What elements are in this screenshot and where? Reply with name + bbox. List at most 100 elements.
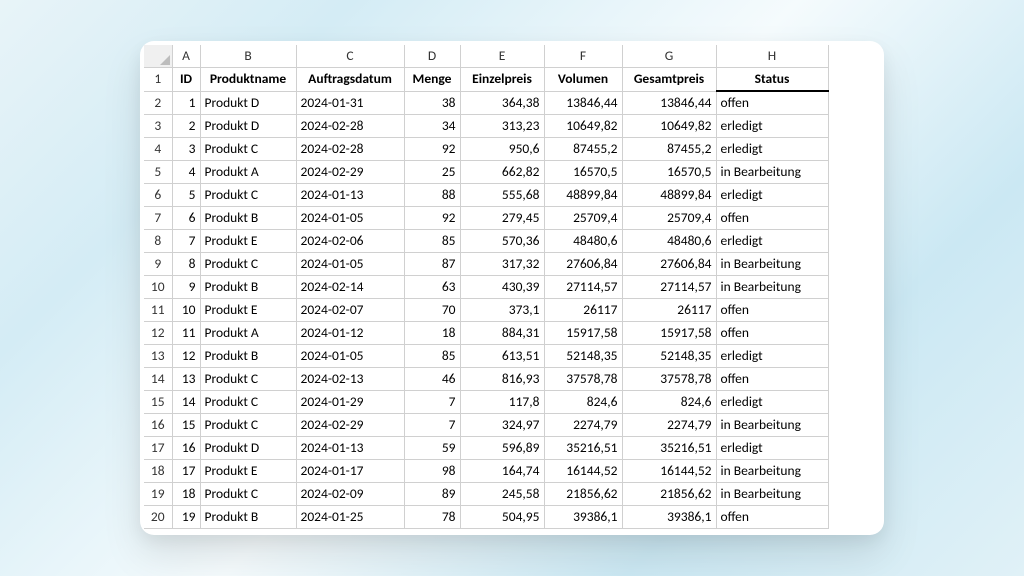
- cell[interactable]: 25: [404, 161, 460, 184]
- cell[interactable]: 39386,1: [544, 506, 622, 529]
- cell[interactable]: 2024-01-25: [296, 506, 404, 529]
- cell[interactable]: 9: [172, 276, 200, 299]
- header-cell[interactable]: Volumen: [544, 68, 622, 92]
- cell[interactable]: 92: [404, 138, 460, 161]
- cell[interactable]: 35216,51: [544, 437, 622, 460]
- cell[interactable]: 52148,35: [544, 345, 622, 368]
- cell[interactable]: 7: [172, 230, 200, 253]
- col-header-C[interactable]: C: [296, 45, 404, 68]
- cell[interactable]: 2024-01-13: [296, 437, 404, 460]
- cell[interactable]: 10649,82: [622, 115, 716, 138]
- cell[interactable]: Produkt E: [200, 230, 296, 253]
- row-header[interactable]: 12: [144, 322, 172, 345]
- cell[interactable]: 27114,57: [622, 276, 716, 299]
- col-header-G[interactable]: G: [622, 45, 716, 68]
- row-header[interactable]: 15: [144, 391, 172, 414]
- header-cell[interactable]: Menge: [404, 68, 460, 92]
- cell[interactable]: erledigt: [716, 138, 828, 161]
- cell[interactable]: 10: [172, 299, 200, 322]
- cell[interactable]: 15: [172, 414, 200, 437]
- row-header[interactable]: 8: [144, 230, 172, 253]
- row-header[interactable]: 9: [144, 253, 172, 276]
- cell[interactable]: 884,31: [460, 322, 544, 345]
- cell[interactable]: 48899,84: [622, 184, 716, 207]
- row-header[interactable]: 6: [144, 184, 172, 207]
- cell[interactable]: 2024-01-05: [296, 253, 404, 276]
- cell[interactable]: 16144,52: [544, 460, 622, 483]
- cell[interactable]: 364,38: [460, 91, 544, 115]
- cell[interactable]: 19: [172, 506, 200, 529]
- cell[interactable]: Produkt A: [200, 161, 296, 184]
- cell[interactable]: 17: [172, 460, 200, 483]
- cell[interactable]: Produkt C: [200, 414, 296, 437]
- cell[interactable]: 4: [172, 161, 200, 184]
- col-header-F[interactable]: F: [544, 45, 622, 68]
- cell[interactable]: 662,82: [460, 161, 544, 184]
- cell[interactable]: in Bearbeitung: [716, 161, 828, 184]
- cell[interactable]: 27606,84: [622, 253, 716, 276]
- row-header[interactable]: 17: [144, 437, 172, 460]
- cell[interactable]: 3: [172, 138, 200, 161]
- cell[interactable]: 88: [404, 184, 460, 207]
- cell[interactable]: 279,45: [460, 207, 544, 230]
- cell[interactable]: offen: [716, 322, 828, 345]
- cell[interactable]: 13846,44: [622, 91, 716, 115]
- row-header[interactable]: 19: [144, 483, 172, 506]
- cell[interactable]: Produkt E: [200, 460, 296, 483]
- cell[interactable]: 70: [404, 299, 460, 322]
- cell[interactable]: 92: [404, 207, 460, 230]
- cell[interactable]: 21856,62: [544, 483, 622, 506]
- cell[interactable]: 570,36: [460, 230, 544, 253]
- cell[interactable]: 18: [172, 483, 200, 506]
- cell[interactable]: 85: [404, 345, 460, 368]
- cell[interactable]: 2: [172, 115, 200, 138]
- cell[interactable]: in Bearbeitung: [716, 414, 828, 437]
- cell[interactable]: 430,39: [460, 276, 544, 299]
- cell[interactable]: Produkt B: [200, 207, 296, 230]
- cell[interactable]: 25709,4: [622, 207, 716, 230]
- cell[interactable]: 2024-01-31: [296, 91, 404, 115]
- cell[interactable]: in Bearbeitung: [716, 483, 828, 506]
- cell[interactable]: 34: [404, 115, 460, 138]
- cell[interactable]: 2024-01-13: [296, 184, 404, 207]
- header-cell[interactable]: Status: [716, 68, 828, 92]
- cell[interactable]: 37578,78: [544, 368, 622, 391]
- cell[interactable]: Produkt C: [200, 184, 296, 207]
- cell[interactable]: Produkt D: [200, 115, 296, 138]
- cell[interactable]: 2024-01-17: [296, 460, 404, 483]
- row-header[interactable]: 2: [144, 91, 172, 115]
- cell[interactable]: 13846,44: [544, 91, 622, 115]
- cell[interactable]: 7: [404, 391, 460, 414]
- cell[interactable]: 6: [172, 207, 200, 230]
- cell[interactable]: 21856,62: [622, 483, 716, 506]
- cell[interactable]: Produkt E: [200, 299, 296, 322]
- cell[interactable]: 317,32: [460, 253, 544, 276]
- cell[interactable]: 117,8: [460, 391, 544, 414]
- row-header[interactable]: 10: [144, 276, 172, 299]
- cell[interactable]: 2024-02-28: [296, 115, 404, 138]
- row-header[interactable]: 4: [144, 138, 172, 161]
- cell[interactable]: 596,89: [460, 437, 544, 460]
- cell[interactable]: 824,6: [622, 391, 716, 414]
- cell[interactable]: 164,74: [460, 460, 544, 483]
- row-header[interactable]: 18: [144, 460, 172, 483]
- cell[interactable]: 48480,6: [622, 230, 716, 253]
- cell[interactable]: 2024-02-07: [296, 299, 404, 322]
- cell[interactable]: 2024-01-29: [296, 391, 404, 414]
- cell[interactable]: 324,97: [460, 414, 544, 437]
- cell[interactable]: 63: [404, 276, 460, 299]
- cell[interactable]: 2274,79: [622, 414, 716, 437]
- cell[interactable]: Produkt C: [200, 483, 296, 506]
- cell[interactable]: 52148,35: [622, 345, 716, 368]
- cell[interactable]: 12: [172, 345, 200, 368]
- row-header[interactable]: 20: [144, 506, 172, 529]
- row-header[interactable]: 16: [144, 414, 172, 437]
- cell[interactable]: offen: [716, 91, 828, 115]
- cell[interactable]: 313,23: [460, 115, 544, 138]
- cell[interactable]: 87: [404, 253, 460, 276]
- cell[interactable]: 824,6: [544, 391, 622, 414]
- cell[interactable]: 46: [404, 368, 460, 391]
- cell[interactable]: 373,1: [460, 299, 544, 322]
- cell[interactable]: 2024-02-13: [296, 368, 404, 391]
- cell[interactable]: 2274,79: [544, 414, 622, 437]
